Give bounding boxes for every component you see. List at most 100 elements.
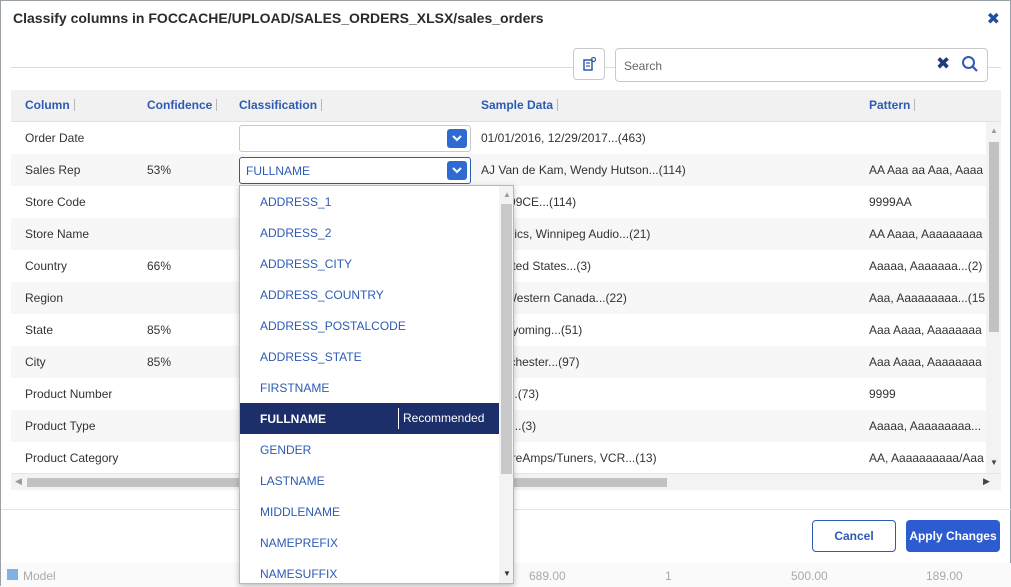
option-label: MIDDLENAME — [260, 505, 341, 519]
vertical-scrollbar[interactable]: ▲ ▼ — [986, 122, 1001, 479]
scroll-down-icon[interactable]: ▼ — [990, 458, 998, 467]
dropdown-option[interactable]: NAMESUFFIX — [240, 558, 499, 583]
cell-confidence: 85% — [147, 323, 172, 337]
header-column[interactable]: Column — [25, 98, 80, 112]
dropdown-option[interactable]: ADDRESS_CITY — [240, 248, 499, 279]
cell-pattern: 9999AA — [869, 195, 912, 209]
cell-column: City — [25, 355, 46, 369]
search-input[interactable] — [624, 56, 924, 76]
dropdown-option[interactable]: LASTNAME — [240, 465, 499, 496]
scroll-down-icon[interactable]: ▼ — [503, 569, 511, 578]
classification-select[interactable]: FULLNAME — [239, 157, 471, 184]
option-label: LASTNAME — [260, 474, 325, 488]
option-label: GENDER — [260, 443, 312, 457]
cell-sample-data: 01/01/2016, 12/29/2017...(463) — [481, 131, 646, 145]
dropdown-option[interactable]: MIDDLENAME — [240, 496, 499, 527]
cell-pattern: Aaaaa, Aaaaaaaaa... — [869, 419, 982, 433]
cell-column: Order Date — [25, 131, 85, 145]
cell-pattern: 9999 — [869, 387, 896, 401]
cell-column: Product Category — [25, 451, 119, 465]
header-classification[interactable]: Classification — [239, 98, 327, 112]
sort-icon — [557, 99, 563, 111]
cell-sample-data: a, United States...(3) — [481, 259, 592, 273]
cell-column: Product Type — [25, 419, 96, 433]
column-settings-button[interactable] — [573, 48, 605, 80]
classification-dropdown-list: ADDRESS_1 ADDRESS_2 ADDRESS_CITY ADDRESS_CO… — [239, 185, 514, 584]
cell-column: Store Name — [25, 227, 90, 241]
dropdown-option[interactable]: ADDRESS_STATE — [240, 341, 499, 372]
option-label: ADDRESS_1 — [260, 195, 332, 209]
cell-pattern: Aaa Aaaa, Aaaaaaaa — [869, 355, 982, 369]
sort-icon — [321, 99, 327, 111]
cell-pattern: AA Aaaa, Aaaaaaaaa — [869, 227, 983, 241]
option-label: ADDRESS_POSTALCODE — [260, 319, 406, 333]
grid-header: Column Confidence Classification Sample … — [11, 90, 1001, 122]
background-value: 189.00 — [926, 569, 963, 583]
cell-pattern: AA Aaa aa Aaa, Aaaa — [869, 163, 984, 177]
scroll-right-icon[interactable]: ▶ — [983, 476, 990, 487]
sort-icon — [914, 99, 920, 111]
dropdown-option[interactable]: NAMEPREFIX — [240, 527, 499, 558]
classify-columns-dialog: Classify columns in FOCCACHE/UPLOAD/SALE… — [0, 0, 1011, 587]
model-icon — [7, 569, 18, 580]
clear-icon[interactable]: ✖ — [936, 54, 950, 74]
option-label: ADDRESS_2 — [260, 226, 332, 240]
close-icon[interactable]: ✖ — [987, 9, 1000, 29]
cell-confidence: 85% — [147, 355, 172, 369]
sort-icon — [73, 99, 80, 111]
dropdown-option[interactable]: ADDRESS_1 — [240, 186, 499, 217]
classification-value: FULLNAME — [246, 164, 311, 178]
cell-sample-data: ectronics, Winnipeg Audio...(21) — [481, 227, 651, 241]
table-row[interactable]: Sales Rep 53% FULLNAME AJ Van de Kam, Wendy… — [11, 154, 986, 186]
cell-column: Store Code — [25, 195, 86, 209]
cell-pattern: Aaaaa, Aaaaaaa...(2) — [869, 259, 983, 273]
option-label: FIRSTNAME — [260, 381, 330, 395]
header-label: Classification — [239, 98, 318, 112]
table-row[interactable]: Order Date 01/01/2016, 12/29/2017...(463) — [11, 122, 986, 154]
header-label: Column — [25, 98, 70, 112]
header-pattern[interactable]: Pattern — [869, 98, 920, 112]
chevron-down-icon[interactable] — [447, 161, 467, 180]
cell-sample-data: 5015...(73) — [481, 387, 861, 401]
dropdown-option[interactable]: GENDER — [240, 434, 499, 465]
cancel-button[interactable]: Cancel — [812, 520, 896, 552]
cell-pattern: Aaa, Aaaaaaaaa...(15 — [869, 291, 986, 305]
cell-pattern: Aaa Aaaa, Aaaaaaaa — [869, 323, 982, 337]
cell-column: Country — [25, 259, 68, 273]
option-label: FULLNAME — [260, 412, 326, 426]
cell-column: Product Number — [25, 387, 113, 401]
chevron-down-icon[interactable] — [447, 129, 467, 148]
cell-sample-data: iers/PreAmps/Tuners, VCR...(13) — [481, 451, 657, 465]
cell-confidence: 66% — [147, 259, 172, 273]
scroll-up-icon[interactable]: ▲ — [503, 190, 511, 199]
cell-sample-data: ; Worchester...(97) — [481, 355, 580, 369]
scroll-up-icon[interactable]: ▲ — [990, 126, 998, 135]
option-label: NAMESUFFIX — [260, 567, 338, 581]
classification-select[interactable] — [239, 125, 471, 152]
header-confidence[interactable]: Confidence — [147, 98, 222, 112]
cell-column: State — [25, 323, 54, 337]
cell-sample-data: AJ Van de Kam, Wendy Hutson...(114) — [481, 163, 686, 177]
dropdown-option[interactable]: ADDRESS_COUNTRY — [240, 279, 499, 310]
background-label: Model — [23, 569, 56, 583]
dropdown-scrollbar[interactable]: ▲ ▼ — [499, 186, 513, 583]
search-icon[interactable] — [961, 55, 979, 73]
dropdown-option[interactable]: FIRSTNAME — [240, 372, 499, 403]
scroll-thumb[interactable] — [989, 142, 999, 332]
dropdown-option[interactable]: ADDRESS_POSTALCODE — [240, 310, 499, 341]
scroll-left-icon[interactable]: ◀ — [15, 476, 22, 487]
background-value: 1 — [665, 569, 672, 583]
search-box: ✖ — [615, 48, 988, 82]
scroll-thumb[interactable] — [501, 204, 512, 474]
apply-changes-button[interactable]: Apply Changes — [906, 520, 1000, 552]
dropdown-option[interactable]: ADDRESS_2 — [240, 217, 499, 248]
header-sample-data[interactable]: Sample Data — [481, 98, 563, 112]
background-value: 689.00 — [529, 569, 566, 583]
dropdown-option[interactable]: FULLNAME Recommended — [240, 403, 499, 434]
header-label: Confidence — [147, 98, 213, 112]
cell-sample-data: icia, Western Canada...(22) — [481, 291, 627, 305]
column-settings-icon — [583, 56, 597, 71]
dialog-title: Classify columns in FOCCACHE/UPLOAD/SALE… — [13, 10, 544, 26]
cell-confidence: 53% — [147, 163, 172, 177]
header-label: Sample Data — [481, 98, 554, 112]
